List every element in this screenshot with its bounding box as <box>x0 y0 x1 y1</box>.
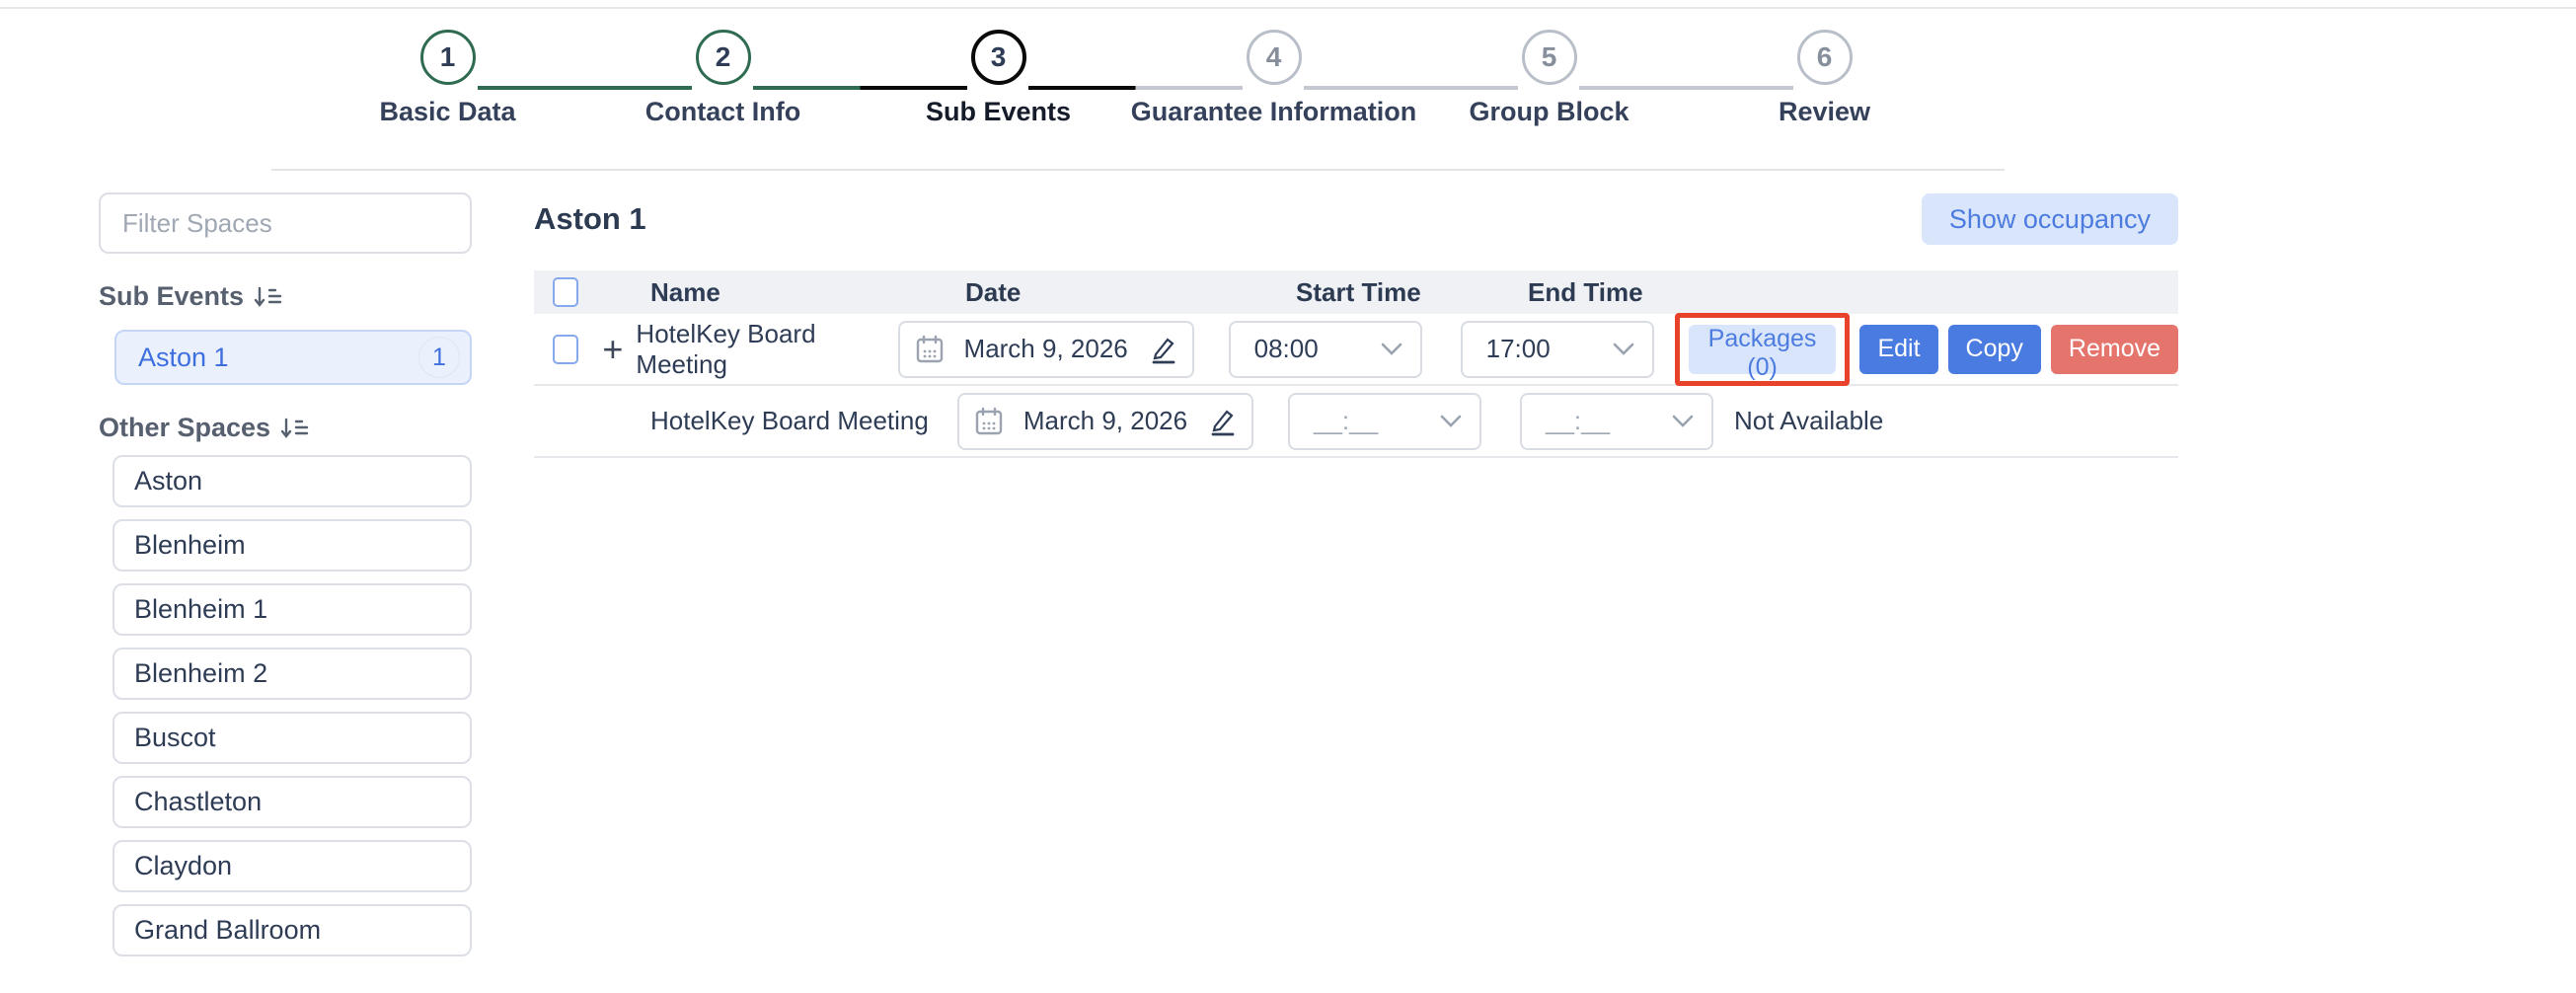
sub-events-main: Aston 1 Show occupancy Name Date Start T… <box>534 193 2178 458</box>
other-spaces-section-header: Other Spaces <box>99 413 472 443</box>
start-time-select[interactable]: 08:00 <box>1229 321 1422 378</box>
sort-icon[interactable] <box>254 284 283 310</box>
sidebar-item-blenheim[interactable]: Blenheim <box>113 519 472 572</box>
end-time-value: 17:00 <box>1486 334 1551 364</box>
sidebar-item-buscot[interactable]: Buscot <box>113 712 472 764</box>
sort-icon[interactable] <box>280 416 310 441</box>
stepper-divider <box>271 169 2005 171</box>
date-picker-field[interactable]: March 9, 2026 <box>898 321 1194 378</box>
sub-events-section-header: Sub Events <box>99 281 472 312</box>
edit-button[interactable]: Edit <box>1859 325 1937 374</box>
start-time-placeholder: __:__ <box>1314 406 1378 436</box>
column-header-start-time: Start Time <box>1288 277 1481 308</box>
step-guarantee-information[interactable]: 4 Guarantee Information <box>1136 30 1411 127</box>
sidebar-item-blenheim-2[interactable]: Blenheim 2 <box>113 648 472 700</box>
step-number-circle: 5 <box>1522 30 1577 85</box>
step-number-circle: 2 <box>696 30 751 85</box>
column-header-date: Date <box>957 277 1253 308</box>
event-name: HotelKey Board Meeting <box>636 319 897 380</box>
column-header-name: Name <box>650 277 957 308</box>
end-time-select[interactable]: __:__ <box>1520 393 1713 450</box>
step-number-circle: 4 <box>1247 30 1302 85</box>
selected-space-label: Aston 1 <box>138 343 229 373</box>
row-checkbox[interactable] <box>553 335 578 364</box>
date-value: March 9, 2026 <box>944 334 1149 364</box>
step-number-circle: 6 <box>1797 30 1853 85</box>
table-header-row: Name Date Start Time End Time <box>534 270 2178 314</box>
sidebar-item-grand-ballroom[interactable]: Grand Ballroom <box>113 904 472 956</box>
calendar-icon <box>975 407 1003 436</box>
page-top-border <box>0 7 2576 9</box>
chevron-down-icon <box>1440 415 1462 428</box>
edit-date-pencil-icon[interactable] <box>1208 407 1236 436</box>
chevron-down-icon <box>1381 343 1402 356</box>
chevron-down-icon <box>1613 343 1634 356</box>
event-name: HotelKey Board Meeting <box>650 406 957 436</box>
sidebar-item-aston[interactable]: Aston <box>113 455 472 507</box>
copy-button[interactable]: Copy <box>1948 325 2041 374</box>
show-occupancy-button[interactable]: Show occupancy <box>1922 193 2178 245</box>
column-header-end-time: End Time <box>1520 277 1713 308</box>
step-number-circle: 3 <box>971 30 1026 85</box>
date-value: March 9, 2026 <box>1003 406 1208 436</box>
page-title: Aston 1 <box>534 201 646 237</box>
table-row: HotelKey Board Meeting Marc <box>534 386 2178 458</box>
step-label: Review <box>1779 97 1870 127</box>
step-sub-events[interactable]: 3 Sub Events <box>861 30 1136 127</box>
availability-status: Not Available <box>1734 406 1883 436</box>
step-label: Contact Info <box>645 97 800 127</box>
wizard-stepper: 1 Basic Data 2 Contact Info 3 Sub Events… <box>310 30 1962 138</box>
step-basic-data[interactable]: 1 Basic Data <box>310 30 585 127</box>
filter-spaces-input[interactable] <box>99 192 472 254</box>
start-time-value: 08:00 <box>1254 334 1319 364</box>
step-group-block[interactable]: 5 Group Block <box>1411 30 1687 127</box>
step-label: Group Block <box>1469 97 1629 127</box>
step-label: Basic Data <box>379 97 515 127</box>
end-time-placeholder: __:__ <box>1546 406 1610 436</box>
sidebar-item-claydon[interactable]: Claydon <box>113 840 472 892</box>
sidebar-item-chastleton[interactable]: Chastleton <box>113 776 472 828</box>
expand-row-icon[interactable]: + <box>602 332 623 367</box>
sidebar-item-aston-1-selected[interactable]: Aston 1 1 <box>114 330 472 385</box>
date-picker-field[interactable]: March 9, 2026 <box>957 393 1253 450</box>
table-row: + HotelKey Board Meeting <box>534 314 2178 386</box>
end-time-select[interactable]: 17:00 <box>1461 321 1654 378</box>
step-review[interactable]: 6 Review <box>1687 30 1962 127</box>
sub-events-table: Name Date Start Time End Time + HotelKey… <box>534 270 2178 458</box>
step-label: Guarantee Information <box>1131 97 1417 127</box>
sub-events-header-label: Sub Events <box>99 281 244 312</box>
start-time-select[interactable]: __:__ <box>1288 393 1481 450</box>
step-label: Sub Events <box>926 97 1071 127</box>
calendar-icon <box>916 335 944 364</box>
spaces-sidebar: Sub Events Aston 1 1 Other Spaces Aston <box>99 192 472 956</box>
remove-button[interactable]: Remove <box>2051 325 2178 374</box>
select-all-checkbox[interactable] <box>553 277 578 307</box>
packages-button[interactable]: Packages (0) <box>1689 325 1837 374</box>
sub-event-count-badge: 1 <box>418 337 460 378</box>
edit-date-pencil-icon[interactable] <box>1149 335 1176 364</box>
sidebar-item-blenheim-1[interactable]: Blenheim 1 <box>113 583 472 636</box>
sub-events-page: 1 Basic Data 2 Contact Info 3 Sub Events… <box>0 0 2576 993</box>
other-spaces-header-label: Other Spaces <box>99 413 270 443</box>
step-contact-info[interactable]: 2 Contact Info <box>585 30 861 127</box>
packages-highlight-annotation: Packages (0) <box>1675 313 1851 386</box>
chevron-down-icon <box>1672 415 1694 428</box>
step-number-circle: 1 <box>420 30 476 85</box>
